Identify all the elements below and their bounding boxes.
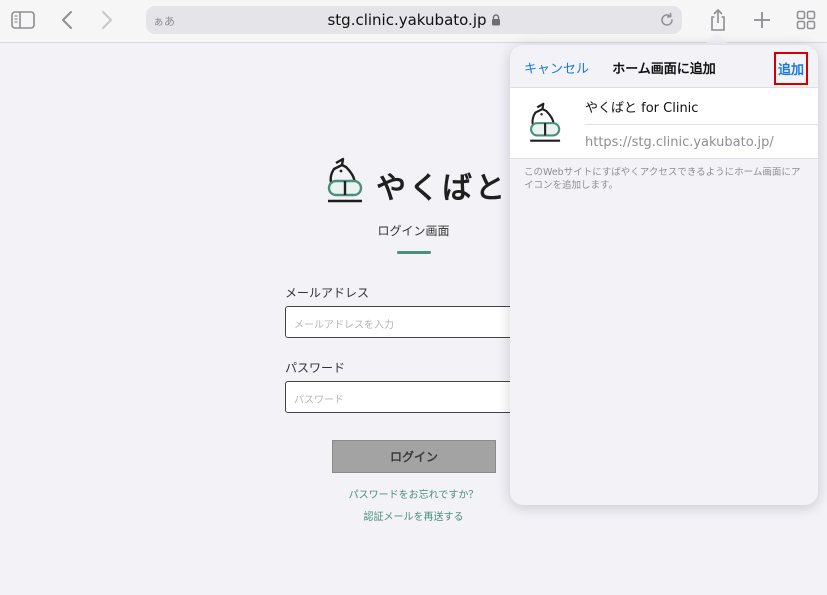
- add-button[interactable]: 追加: [774, 52, 808, 85]
- address-url: stg.clinic.yakubato.jp: [146, 11, 682, 30]
- add-to-home-popover: キャンセル ホーム画面に追加 追加 やくばと for Clinic https:…: [510, 45, 818, 505]
- divider: [585, 124, 818, 125]
- sidebar-icon[interactable]: [9, 8, 37, 32]
- logo-text: やくばと: [376, 171, 508, 206]
- back-icon[interactable]: [53, 8, 81, 32]
- forward-icon[interactable]: [93, 8, 121, 32]
- url-text: stg.clinic.yakubato.jp: [327, 11, 487, 29]
- email-label: メールアドレス: [285, 286, 370, 300]
- popover-header: キャンセル ホーム画面に追加 追加: [510, 45, 818, 87]
- address-bar[interactable]: ぁあ stg.clinic.yakubato.jp: [146, 6, 682, 34]
- popover-title: ホーム画面に追加: [612, 62, 716, 77]
- password-placeholder: パスワード: [294, 395, 344, 406]
- email-placeholder: メールアドレスを入力: [294, 320, 394, 331]
- app-preview-card: やくばと for Clinic https://stg.clinic.yakub…: [510, 87, 818, 159]
- reload-icon[interactable]: [659, 12, 675, 32]
- password-field[interactable]: パスワード: [285, 381, 545, 413]
- login-button[interactable]: ログイン: [332, 440, 496, 473]
- popover-description: このWebサイトにすばやくアクセスできるようにホーム画面にアイコンを追加します。: [524, 167, 801, 191]
- bird-logo-icon: [327, 157, 363, 203]
- email-field[interactable]: メールアドレスを入力: [285, 306, 545, 338]
- lock-icon: [491, 12, 501, 30]
- app-name-field[interactable]: やくばと for Clinic: [585, 97, 698, 116]
- password-label: パスワード: [285, 361, 346, 375]
- app-url: https://stg.clinic.yakubato.jp/: [585, 135, 774, 150]
- share-icon[interactable]: [704, 8, 732, 32]
- brand-logo: やくばと: [326, 157, 516, 207]
- browser-toolbar: ぁあ stg.clinic.yakubato.jp: [0, 0, 827, 43]
- title-underline: [397, 251, 431, 254]
- tabs-overview-icon[interactable]: [792, 8, 820, 32]
- new-tab-icon[interactable]: [748, 8, 776, 32]
- resend-email-link[interactable]: 認証メールを再送する: [0, 508, 827, 523]
- app-icon: [529, 102, 561, 142]
